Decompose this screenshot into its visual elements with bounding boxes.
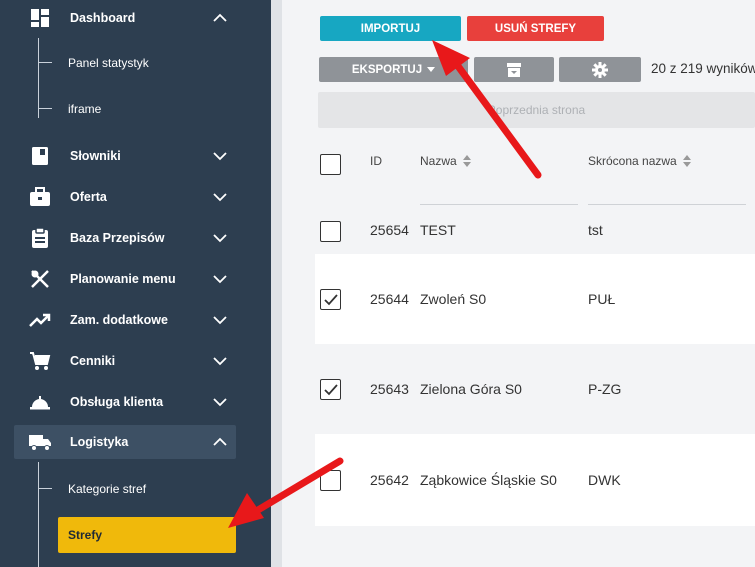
chevron-down-icon	[213, 398, 227, 407]
column-header-label: Skrócona nazwa	[588, 154, 677, 168]
sidebar-item-label: Logistyka	[70, 435, 129, 449]
sidebar-item-label: Dashboard	[70, 11, 136, 25]
cell-id: 25644	[370, 291, 409, 307]
row-checkbox[interactable]	[320, 221, 341, 242]
cell-short-name: PUŁ	[588, 291, 616, 307]
short-name-filter-input[interactable]	[588, 204, 746, 205]
clipboard-icon	[28, 226, 52, 250]
table-row[interactable]: 25654 TEST tst	[315, 208, 755, 254]
chevron-down-icon	[213, 357, 227, 366]
archive-button[interactable]	[474, 57, 554, 82]
sidebar-item-cenniki[interactable]: Cenniki	[14, 344, 236, 378]
sidebar-item-label: Baza Przepisów	[70, 231, 165, 245]
chevron-down-icon	[213, 316, 227, 325]
previous-page-button[interactable]: Poprzednia strona	[318, 92, 755, 128]
briefcase-icon	[28, 185, 52, 209]
gear-icon	[592, 61, 608, 78]
export-dropdown-button[interactable]: EKSPORTUJ	[319, 57, 468, 82]
export-label: EKSPORTUJ	[351, 63, 423, 76]
delete-zones-button[interactable]: USUŃ STREFY	[467, 16, 604, 41]
sidebar-item-label: Słowniki	[70, 149, 121, 163]
row-checkbox[interactable]	[320, 379, 341, 400]
settings-button[interactable]	[559, 57, 641, 82]
column-header-label: ID	[370, 154, 382, 168]
table-row[interactable]	[315, 526, 755, 567]
book-icon	[28, 144, 52, 168]
sidebar-item-label: Obsługa klienta	[70, 395, 164, 409]
sidebar-item-label: Zam. dodatkowe	[70, 313, 168, 327]
cell-name: Zwoleń S0	[420, 291, 487, 307]
checkmark-icon	[323, 293, 338, 305]
cell-id: 25642	[370, 472, 409, 488]
main-content: IMPORTUJ USUŃ STREFY EKSPORTUJ 20 z 219 …	[282, 0, 755, 567]
name-filter-input[interactable]	[420, 204, 578, 205]
cell-name: Ząbkowice Śląskie S0	[420, 472, 557, 488]
cell-id: 25654	[370, 222, 409, 238]
table-row[interactable]: 25643 Zielona Góra S0 P-ZG	[315, 344, 755, 434]
sidebar-subitem-label: Kategorie stref	[68, 482, 147, 496]
column-header-id[interactable]: ID	[370, 154, 382, 168]
truck-icon	[28, 430, 52, 454]
cell-short-name: P-ZG	[588, 381, 622, 397]
cell-short-name: tst	[588, 222, 603, 238]
table-row[interactable]: 25642 Ząbkowice Śląskie S0 DWK	[315, 434, 755, 526]
sidebar-subitem-label: Panel statystyk	[68, 56, 149, 70]
chevron-down-icon	[213, 193, 227, 202]
cell-short-name: DWK	[588, 472, 621, 488]
row-checkbox[interactable]	[320, 470, 341, 491]
sidebar-item-logistyka[interactable]: Logistyka	[14, 425, 236, 459]
column-header-short-name[interactable]: Skrócona nazwa	[588, 154, 691, 168]
scroll-gutter	[271, 0, 282, 567]
sort-icon	[682, 155, 691, 167]
utensils-icon	[28, 267, 52, 291]
select-all-checkbox[interactable]	[320, 154, 341, 175]
sidebar: Dashboard Panel statystyk iframe Słownik…	[0, 0, 271, 567]
sidebar-item-zam-dodatkowe[interactable]: Zam. dodatkowe	[14, 303, 236, 337]
trending-up-icon	[28, 308, 52, 332]
sidebar-item-baza-przepisow[interactable]: Baza Przepisów	[14, 221, 236, 255]
chevron-down-icon	[213, 234, 227, 243]
sidebar-item-slowniki[interactable]: Słowniki	[14, 139, 236, 173]
column-header-label: Nazwa	[420, 154, 457, 168]
checkmark-icon	[323, 383, 338, 395]
previous-page-label: Poprzednia strona	[487, 103, 586, 117]
sidebar-item-label: Oferta	[70, 190, 107, 204]
cell-name: Zielona Góra S0	[420, 381, 522, 397]
sidebar-subitem-label: iframe	[68, 102, 102, 116]
chevron-down-icon	[213, 152, 227, 161]
dashboard-icon	[28, 6, 52, 30]
sidebar-item-obsluga-klienta[interactable]: Obsługa klienta	[14, 385, 236, 419]
import-button[interactable]: IMPORTUJ	[320, 16, 461, 41]
sidebar-item-label: Cenniki	[70, 354, 116, 368]
sidebar-item-label: Planowanie menu	[70, 272, 176, 286]
column-header-name[interactable]: Nazwa	[420, 154, 471, 168]
row-checkbox[interactable]	[320, 289, 341, 310]
sidebar-subitem-label: Strefy	[68, 528, 103, 542]
table-row[interactable]: 25644 Zwoleń S0 PUŁ	[315, 254, 755, 344]
chevron-down-icon	[213, 275, 227, 284]
results-count: 20 z 219 wyników	[651, 61, 755, 76]
chevron-up-icon	[213, 13, 227, 22]
caret-down-icon	[427, 66, 436, 72]
sidebar-subitem-strefy[interactable]: Strefy	[58, 517, 236, 553]
service-bell-icon	[28, 390, 52, 414]
archive-icon	[507, 62, 521, 77]
chevron-up-icon	[213, 437, 227, 446]
table-header: ID Nazwa Skrócona nazwa	[315, 138, 755, 208]
tree-line	[38, 38, 39, 118]
sidebar-item-planowanie-menu[interactable]: Planowanie menu	[14, 262, 236, 296]
tree-line	[38, 462, 39, 567]
cell-name: TEST	[420, 222, 456, 238]
cart-icon	[28, 349, 52, 373]
sidebar-item-oferta[interactable]: Oferta	[14, 180, 236, 214]
sidebar-item-dashboard[interactable]: Dashboard	[14, 1, 236, 35]
sort-icon	[462, 155, 471, 167]
cell-id: 25643	[370, 381, 409, 397]
